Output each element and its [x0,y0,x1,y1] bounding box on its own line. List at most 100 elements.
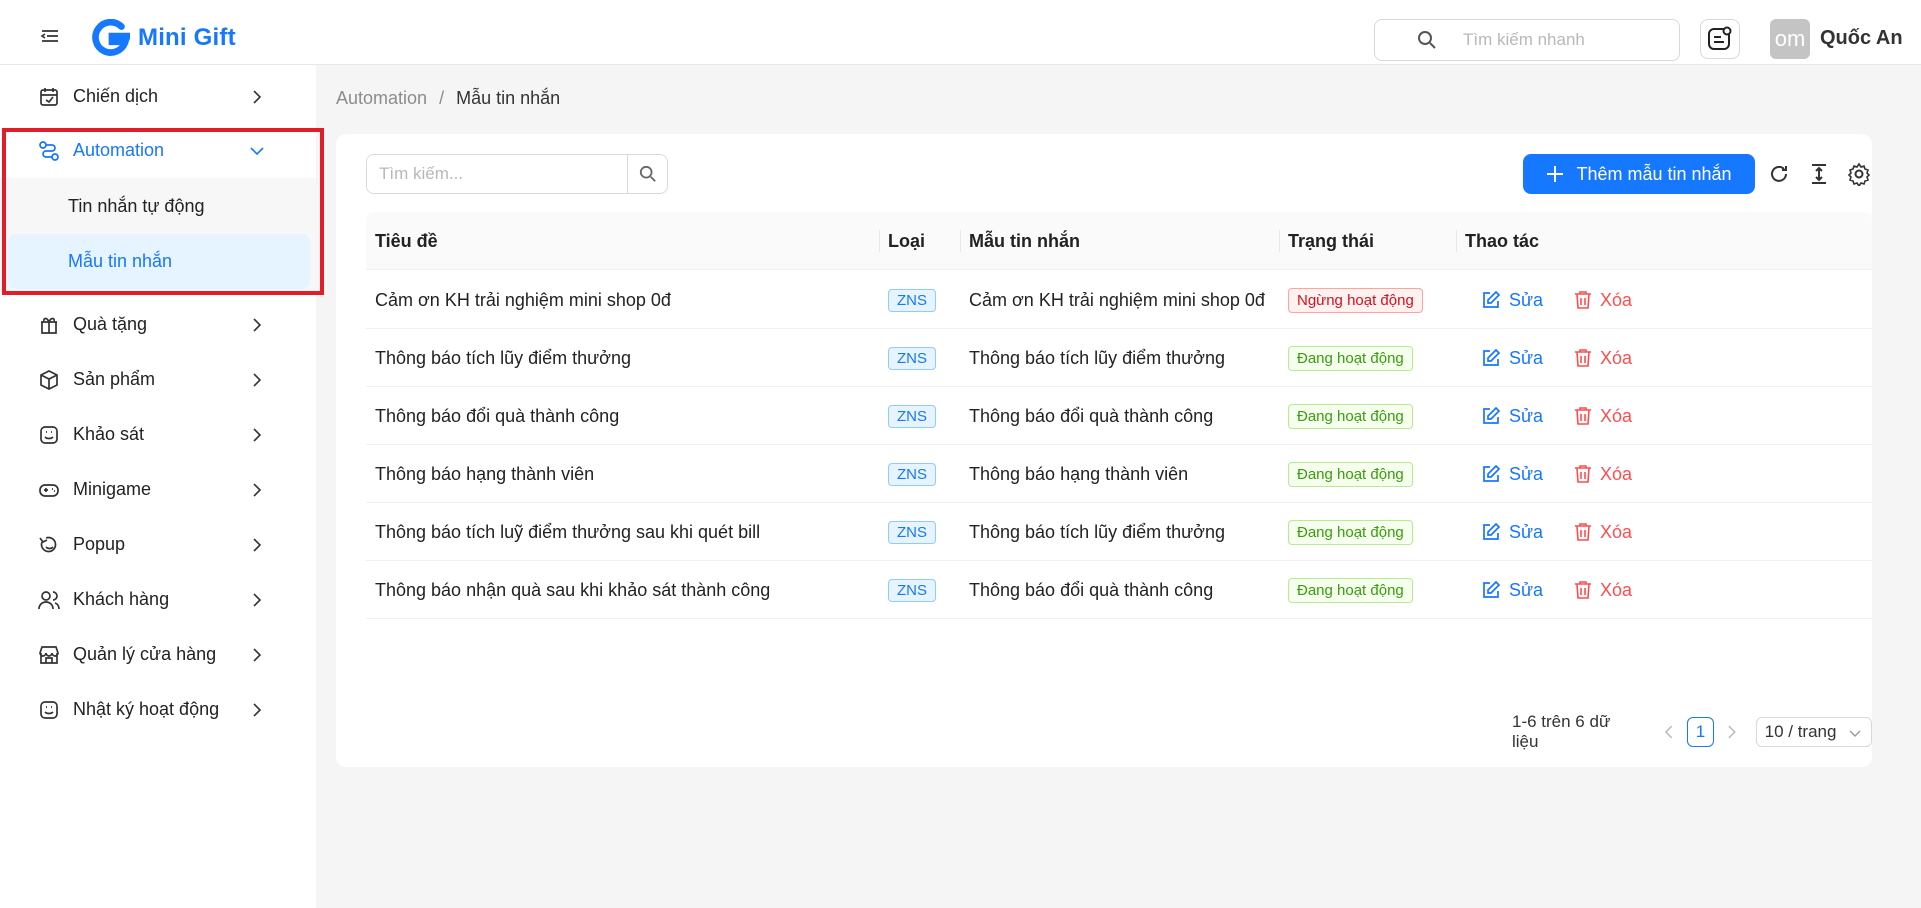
menu-fold-icon[interactable] [40,28,60,44]
sidebar-item-label: Sản phẩm [73,369,156,389]
edit-button[interactable]: Sửa [1481,406,1543,427]
row-delete-cell: Xóa [1574,445,1632,503]
sidebar-item-label: Nhật ký hoạt động [73,699,220,719]
quick-search-field[interactable] [1374,19,1680,61]
chevron-down-icon [250,146,264,155]
sidebar-item-popup[interactable]: Popup [0,517,316,572]
sidebar: Chiến dịch Automation Tin nhắn tự động M… [0,65,316,908]
sidebar-item-store-management[interactable]: Quản lý cửa hàng [0,627,316,682]
submenu-item-message-templates[interactable]: Mẫu tin nhắn [8,234,310,289]
table-search-button[interactable] [627,155,667,193]
delete-icon [1575,581,1591,599]
row-status-cell: Đang hoạt động [1288,561,1413,619]
table-search-input[interactable] [367,155,627,193]
delete-label: Xóa [1600,463,1633,484]
chevron-left-icon[interactable] [1663,725,1675,739]
row-title: Thông báo nhận quà sau khi khảo sát thàn… [375,579,771,600]
status-badge: Ngừng hoạt động [1288,287,1423,313]
row-type-cell: ZNS [888,271,936,329]
sidebar-item-campaign[interactable]: Chiến dịch [0,69,316,124]
submenu-item-auto-messages[interactable]: Tin nhắn tự động [0,179,316,234]
brand-name: Mini Gift [138,24,236,51]
sidebar-item-label: Khảo sát [73,424,145,444]
edit-label: Sửa [1509,347,1544,368]
pagination-total: 1-6 trên 6 dữ liệu [1512,712,1611,751]
table-row: Thông báo hạng thành viên ZNS Thông báo hạ… [366,445,1872,503]
sidebar-item-minigame[interactable]: Minigame [0,462,316,517]
pagination-page[interactable]: 1 [1686,717,1715,747]
delete-icon [1575,523,1591,541]
edit-label: Sửa [1509,289,1544,310]
edit-icon [1483,406,1501,424]
row-title: Thông báo đổi quà thành công [375,405,620,426]
popup-icon [39,536,57,552]
delete-button[interactable]: Xóa [1574,290,1632,311]
chevron-right-icon[interactable] [1726,725,1738,739]
brand-logo[interactable]: Mini Gift [92,19,236,57]
add-template-label: Thêm mẫu tin nhắn [1576,163,1732,184]
row-edit-cell: Sửa [1481,561,1543,619]
logo-icon [92,19,130,56]
row-type-cell: ZNS [888,445,936,503]
edit-button[interactable]: Sửa [1481,580,1543,601]
chevron-down-icon [1849,730,1861,737]
username[interactable]: Quốc An [1820,27,1903,50]
submenu-item-label: Mẫu tin nhắn [68,251,173,271]
delete-button[interactable]: Xóa [1574,580,1632,601]
column-divider [1279,230,1280,252]
edit-button[interactable]: Sửa [1481,290,1543,311]
edit-button[interactable]: Sửa [1481,348,1543,369]
notification-button[interactable] [1700,19,1740,59]
delete-label: Xóa [1600,405,1633,426]
column-divider [1456,230,1457,252]
gamepad-icon [39,483,59,497]
box-icon [40,369,58,390]
column-divider [960,230,961,252]
edit-label: Sửa [1509,463,1544,484]
row-template: Thông báo tích lũy điểm thưởng [969,521,1225,542]
sidebar-item-label: Popup [73,534,126,554]
row-status-cell: Đang hoạt động [1288,445,1413,503]
row-title: Thông báo tích luỹ điểm thưởng sau khi q… [375,521,761,542]
chevron-right-icon [253,89,262,104]
page-size-select[interactable]: 10 / trang [1755,717,1873,747]
delete-button[interactable]: Xóa [1574,406,1632,427]
breadcrumb-parent[interactable]: Automation [336,88,427,109]
row-type-cell: ZNS [888,503,936,561]
row-template: Cảm ơn KH trải nghiệm mini shop 0đ [969,289,1265,310]
edit-button[interactable]: Sửa [1481,522,1543,543]
edit-icon [1483,580,1501,598]
log-icon [40,700,58,719]
sidebar-item-customers[interactable]: Khách hàng [0,572,316,627]
sidebar-item-gifts[interactable]: Quà tặng [0,297,316,352]
row-template: Thông báo đổi quà thành công [969,405,1214,426]
delete-button[interactable]: Xóa [1574,522,1632,543]
delete-label: Xóa [1600,579,1633,600]
settings-icon[interactable] [1847,162,1871,186]
sidebar-item-activity-log[interactable]: Nhật ký hoạt động [0,682,316,737]
gift-icon [41,317,57,334]
delete-button[interactable]: Xóa [1574,348,1632,369]
sidebar-item-automation[interactable]: Automation [0,123,316,178]
delete-button[interactable]: Xóa [1574,464,1632,485]
sidebar-item-survey[interactable]: Khảo sát [0,407,316,462]
column-header-actions: Thao tác [1465,230,1540,251]
avatar-text: om [1774,26,1806,51]
row-delete-cell: Xóa [1574,329,1632,387]
row-status-cell: Đang hoạt động [1288,503,1413,561]
top-header: Mini Gift om Quốc An [0,0,1921,65]
quick-search-input[interactable] [1463,30,1663,50]
edit-label: Sửa [1509,405,1544,426]
avatar[interactable]: om [1770,19,1810,59]
delete-icon [1575,349,1591,367]
automation-icon [39,140,59,161]
add-template-button[interactable]: Thêm mẫu tin nhắn [1523,154,1755,194]
row-type-cell: ZNS [888,387,936,445]
column-header-title: Tiêu đề [375,230,438,251]
reload-icon[interactable] [1767,162,1791,186]
edit-button[interactable]: Sửa [1481,464,1543,485]
delete-icon [1575,407,1591,425]
breadcrumb-current: Mẫu tin nhắn [456,88,561,108]
sidebar-item-products[interactable]: Sản phẩm [0,352,316,407]
column-height-icon[interactable] [1807,162,1831,186]
